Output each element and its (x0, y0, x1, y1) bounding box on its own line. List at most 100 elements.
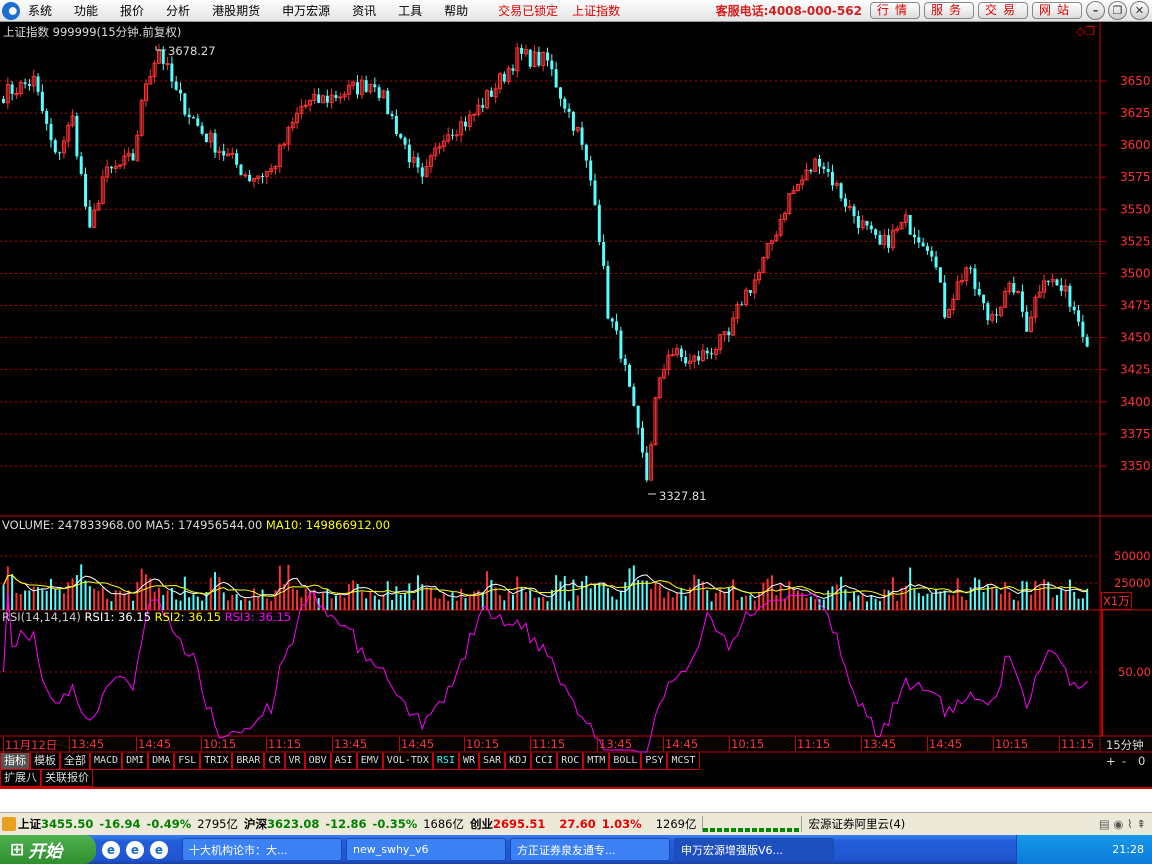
tab-brar[interactable]: BRAR (232, 753, 265, 770)
rsi-tick-50: 50.00 (1118, 665, 1151, 679)
server-name[interactable]: 宏源证券阿里云(4) (808, 816, 905, 832)
candle-body (49, 123, 53, 141)
app-logo-icon (2, 1, 20, 20)
close-icon[interactable]: ✕ (1130, 1, 1149, 20)
menu-help[interactable]: 帮助 (444, 2, 468, 19)
menu-tools[interactable]: 工具 (398, 2, 422, 19)
hs-change: -12.86 (325, 817, 367, 831)
zoom-in-button[interactable]: + (1106, 754, 1116, 768)
candle-body (23, 82, 27, 85)
candle-body (589, 160, 593, 181)
hs-pct: -0.35% (372, 817, 418, 831)
restore-icon[interactable]: ❐ (1108, 1, 1127, 20)
candle-body (131, 153, 135, 161)
ie2-icon[interactable]: e (150, 840, 168, 859)
candle-body (407, 144, 411, 163)
candle-body (546, 52, 549, 61)
zoom-out-button[interactable]: - (1122, 754, 1126, 768)
candle-body (79, 156, 83, 174)
candle-body (511, 68, 515, 71)
trade-lock-status[interactable]: 交易已锁定 (498, 2, 558, 19)
browser-icon[interactable]: e (126, 840, 144, 859)
menu-analysis[interactable]: 分析 (166, 2, 190, 19)
menu-swhy[interactable]: 申万宏源 (282, 2, 330, 19)
tab-boll[interactable]: BOLL (609, 753, 642, 770)
lock-icon[interactable] (2, 817, 16, 831)
tab-psy[interactable]: PSY (641, 753, 668, 770)
tab-dmi[interactable]: DMI (122, 753, 149, 770)
tab-trix[interactable]: TRIX (200, 753, 233, 770)
task-swhy[interactable]: 申万宏源增强版V6... (674, 838, 834, 861)
candle-body (705, 350, 709, 354)
tab-indicator[interactable]: 指标 (0, 753, 30, 770)
candle-body (606, 265, 610, 319)
candle-body (1077, 310, 1081, 322)
tab-dma[interactable]: DMA (148, 753, 175, 770)
candle-body (75, 115, 79, 157)
chart-canvas[interactable]: 3650 3625 3600 3575 3550 3525 3500 3475 3450 3425… (0, 22, 1152, 788)
tab-related-quote[interactable]: 关联报价 (41, 770, 93, 787)
menu-quote[interactable]: 报价 (120, 2, 144, 19)
candle-body (399, 134, 403, 138)
period-label[interactable]: 15分钟 (1106, 737, 1144, 753)
tab-fsl[interactable]: FSL (174, 753, 201, 770)
price-tick-label: 3425 (1120, 363, 1151, 377)
tab-kdj[interactable]: KDJ (505, 753, 532, 770)
price-tick-label: 3350 (1120, 459, 1151, 473)
price-tick-label: 3600 (1120, 138, 1151, 152)
chart-settings-icon[interactable]: ◇❐ (1076, 24, 1095, 38)
website-button[interactable]: 网站 (1031, 2, 1082, 19)
candle-body (710, 353, 714, 355)
tab-sar[interactable]: SAR (479, 753, 506, 770)
candle-body (615, 321, 619, 331)
tab-wr[interactable]: WR (458, 753, 480, 770)
task-browser[interactable]: 十大机构论市：大... (182, 838, 342, 861)
menu-news[interactable]: 资讯 (352, 2, 376, 19)
tab-roc[interactable]: ROC (557, 753, 584, 770)
tab-emv[interactable]: EMV (356, 753, 383, 770)
time-label: 14:45 (663, 737, 699, 751)
tab-vr[interactable]: VR (284, 753, 305, 770)
tab-template[interactable]: 模板 (30, 753, 60, 770)
minimize-icon[interactable]: – (1086, 1, 1105, 20)
tab-cci[interactable]: CCI (531, 753, 558, 770)
kline-chart[interactable]: 3650 3625 3600 3575 3550 3525 3500 3475 3450 3425… (0, 22, 1152, 788)
tab-asi[interactable]: ASI (330, 753, 357, 770)
sh-amount: 2795亿 (197, 817, 238, 831)
candle-body (364, 80, 368, 92)
volume-tick-50000: 50000 (1114, 549, 1151, 563)
candle-body (420, 167, 424, 177)
time-label: 14:45 (399, 737, 435, 751)
time-label: 10:15 (201, 737, 237, 751)
tab-vol-tdx[interactable]: VOL-TDX (382, 753, 433, 770)
tab-rsi[interactable]: RSI (432, 753, 459, 770)
service-button[interactable]: 服务 (923, 2, 974, 19)
candle-body (679, 348, 683, 358)
menu-system[interactable]: 系统 (28, 2, 52, 19)
tab-obv[interactable]: OBV (304, 753, 331, 770)
start-button[interactable]: ⊞ 开始 (0, 835, 96, 864)
market-button[interactable]: 行情 (869, 2, 920, 19)
candle-body (463, 121, 467, 127)
task-folder[interactable]: new_swhy_v6 (346, 838, 506, 861)
tab-mcst[interactable]: MCST (667, 753, 700, 770)
tray-icons[interactable]: ▤ ◉ ⌇ ⇞ (1099, 817, 1146, 831)
tab-ext8[interactable]: 扩展八 (0, 770, 41, 787)
status-bar: 上证3455.50 -16.94 -0.49% 2795亿 沪深3623.08 … (0, 812, 1152, 835)
tab-mtm[interactable]: MTM (583, 753, 610, 770)
ie-icon[interactable]: e (102, 840, 120, 859)
tab-macd[interactable]: MACD (90, 753, 123, 770)
candle-body (623, 358, 627, 365)
tab-cr[interactable]: CR (264, 753, 285, 770)
tab-all[interactable]: 全部 (60, 753, 90, 770)
menu-hk-futures[interactable]: 港股期货 (212, 2, 260, 19)
candle-body (183, 93, 187, 115)
candle-body (943, 282, 947, 318)
candle-body (995, 314, 999, 316)
candle-body (481, 105, 485, 108)
zoom-reset-button[interactable]: 0 (1138, 754, 1145, 768)
candle-body (727, 331, 731, 336)
trade-button[interactable]: 交易 (977, 2, 1028, 19)
task-founder[interactable]: 方正证券泉友通专... (510, 838, 670, 861)
menu-function[interactable]: 功能 (74, 2, 98, 19)
